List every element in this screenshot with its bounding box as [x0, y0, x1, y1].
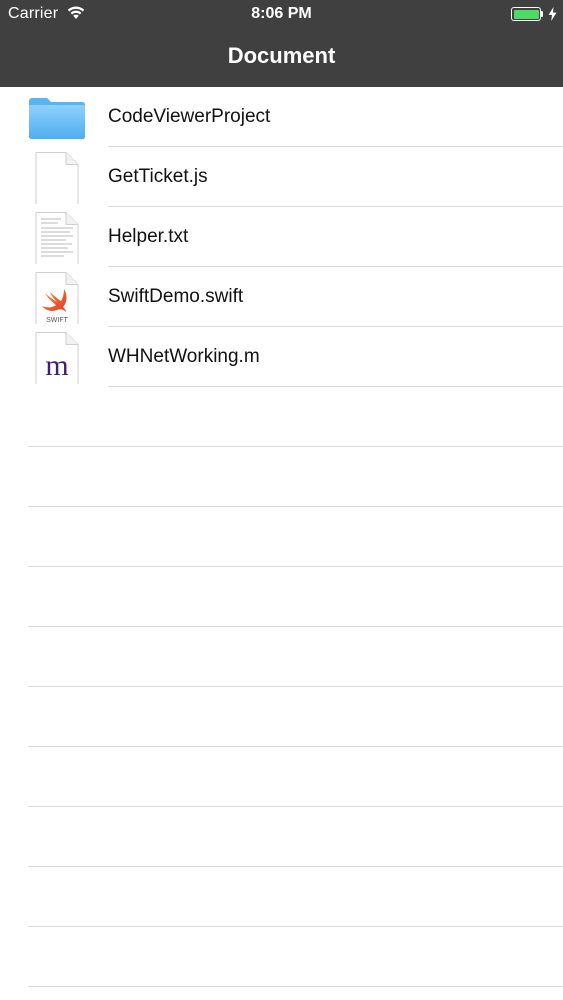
list-item[interactable]: SWIFT SwiftDemo.swift [0, 267, 563, 327]
empty-row [0, 927, 563, 987]
list-item[interactable]: Helper.txt [0, 207, 563, 267]
battery-level [513, 9, 539, 19]
empty-row [0, 387, 563, 447]
list-item[interactable]: GetTicket.js [0, 147, 563, 207]
swift-icon-label: SWIFT [46, 317, 68, 324]
file-name: CodeViewerProject [108, 106, 271, 127]
file-name: GetTicket.js [108, 166, 208, 187]
empty-row [0, 867, 563, 927]
list-item[interactable]: CodeViewerProject [0, 87, 563, 147]
empty-row [0, 567, 563, 627]
empty-row [0, 807, 563, 867]
empty-row [0, 747, 563, 807]
empty-row [0, 627, 563, 687]
row-separator [28, 986, 563, 987]
objc-icon-label: m [45, 349, 68, 382]
text-file-icon [35, 212, 79, 264]
file-name: SwiftDemo.swift [108, 286, 244, 307]
file-name: Helper.txt [108, 226, 189, 247]
page-title: Document [227, 43, 336, 68]
empty-row [0, 447, 563, 507]
blank-file-icon [35, 152, 79, 204]
status-bar: Carrier 8:06 PM [0, 0, 563, 30]
file-name: WHNetWorking.m [108, 346, 260, 367]
charging-bolt-icon [548, 7, 557, 21]
list-item[interactable]: m WHNetWorking.m [0, 327, 563, 387]
folder-icon [29, 98, 85, 139]
objc-file-icon: m [35, 332, 79, 384]
battery-icon [511, 7, 541, 21]
battery-tip [541, 11, 543, 17]
empty-row [0, 687, 563, 747]
navigation-bar: Carrier 8:06 PM Document [0, 0, 563, 87]
empty-row [0, 507, 563, 567]
swift-file-icon: SWIFT [35, 272, 79, 324]
file-list: CodeViewerProject GetTicket.js Helper.tx… [0, 87, 563, 987]
clock: 8:06 PM [251, 5, 312, 22]
